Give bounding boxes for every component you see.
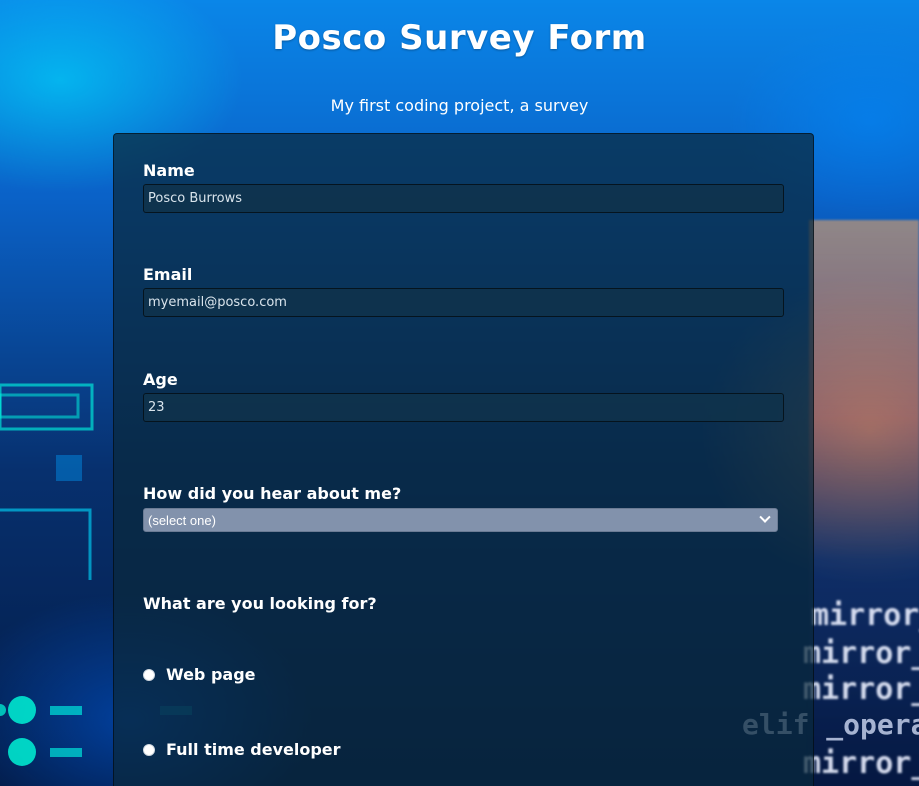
code-line: mirror_	[803, 672, 919, 707]
radio-label: Full time developer	[166, 740, 341, 759]
referral-dropdown[interactable]: (select one)	[143, 508, 778, 532]
looking-for-label: What are you looking for?	[143, 594, 377, 613]
code-line: mirror_	[803, 746, 919, 781]
radio-option-web-page[interactable]: Web page	[143, 665, 256, 684]
radio-button[interactable]	[143, 668, 155, 681]
email-input[interactable]	[143, 288, 784, 317]
name-label: Name	[143, 161, 195, 180]
radio-button[interactable]	[143, 743, 155, 756]
code-decoration: mirror_ mirror_ mirror_ mirror_	[803, 220, 919, 786]
page-description: My first coding project, a survey	[330, 96, 589, 115]
radio-label: Web page	[166, 665, 256, 684]
radio-option-full-time-developer[interactable]: Full time developer	[143, 740, 341, 759]
email-label: Email	[143, 265, 193, 284]
survey-form: Name Email Age How did you hear about me…	[113, 133, 814, 786]
age-label: Age	[143, 370, 178, 389]
referral-label: How did you hear about me?	[143, 484, 402, 503]
circuit-decoration	[0, 383, 94, 580]
code-line: mirror_	[803, 636, 919, 671]
age-input[interactable]	[143, 393, 784, 422]
referral-selected-value: (select one)	[148, 512, 216, 528]
code-line: mirror_	[811, 598, 919, 633]
name-input[interactable]	[143, 184, 784, 213]
chevron-down-icon	[759, 511, 771, 523]
page-title: Posco Survey Form	[272, 18, 647, 58]
